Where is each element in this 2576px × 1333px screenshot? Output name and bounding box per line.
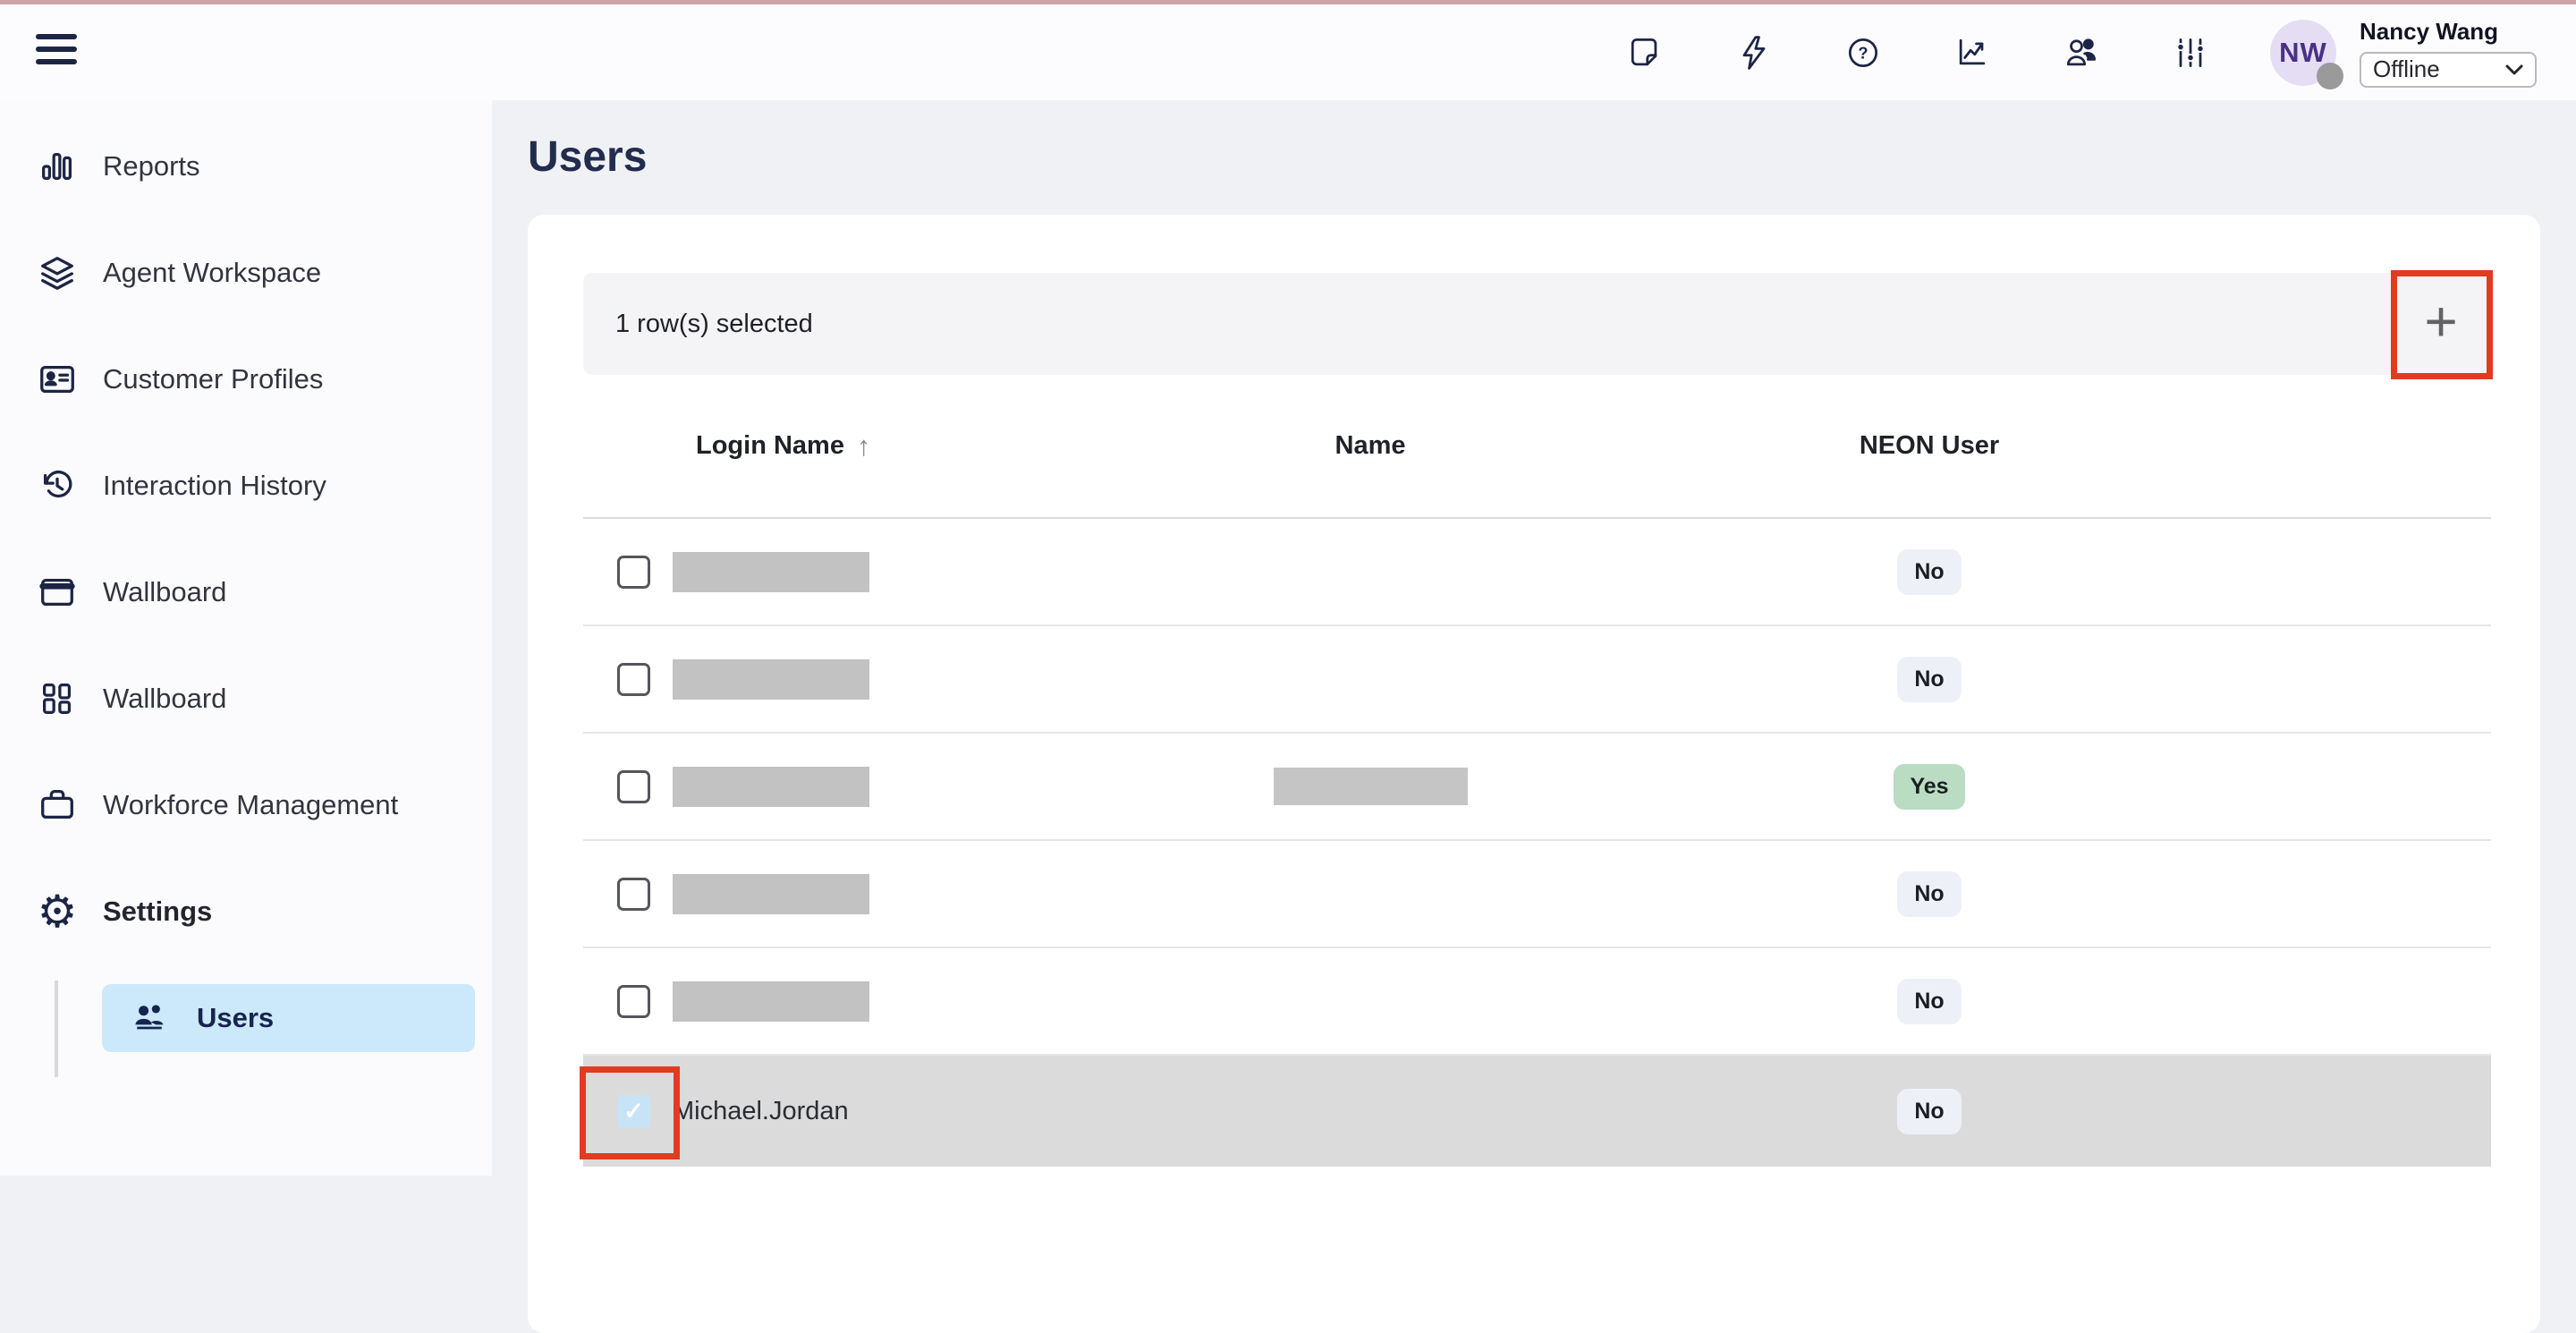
notes-icon[interactable] xyxy=(1624,32,1665,73)
selection-count-text: 1 row(s) selected xyxy=(615,310,813,339)
status-value: Offline xyxy=(2373,55,2440,83)
login-name-text: Michael.Jordan xyxy=(673,1097,849,1126)
help-icon[interactable]: ? xyxy=(1843,32,1884,73)
table-row-selected[interactable]: ✓ Michael.Jordan No xyxy=(583,1056,2491,1167)
sidebar-item-label: Settings xyxy=(103,896,212,928)
contacts-icon[interactable] xyxy=(2061,32,2102,73)
sidebar: Reports Agent Workspace Customer Profile… xyxy=(0,100,492,1176)
selection-toolbar: 1 row(s) selected + xyxy=(583,273,2491,375)
redacted-login-name xyxy=(673,659,869,700)
status-dot xyxy=(2317,63,2343,89)
header-label: NEON User xyxy=(1860,431,1999,461)
row-checkbox[interactable] xyxy=(617,556,650,589)
sidebar-item-interaction-history[interactable]: Interaction History xyxy=(0,432,492,539)
status-dropdown[interactable]: Offline xyxy=(2360,52,2537,88)
redacted-name xyxy=(1274,768,1468,805)
users-card: 1 row(s) selected + Login Name ↑ Name NE… xyxy=(528,215,2540,1333)
sidebar-item-label: Workforce Management xyxy=(103,789,398,821)
preferences-icon[interactable] xyxy=(2170,32,2211,73)
sidebar-item-workforce-management[interactable]: Workforce Management xyxy=(0,751,492,858)
row-checkbox-checked[interactable]: ✓ xyxy=(617,1095,650,1128)
neon-user-badge: No xyxy=(1897,979,1962,1024)
page-title: Users xyxy=(528,132,647,182)
table-header-row: Login Name ↑ Name NEON User xyxy=(583,375,2491,519)
id-card-icon xyxy=(36,358,79,401)
redacted-login-name xyxy=(673,767,869,807)
neon-user-badge: No xyxy=(1897,657,1962,702)
redacted-login-name xyxy=(673,981,869,1022)
tree-indent-line xyxy=(55,981,58,1077)
row-checkbox[interactable] xyxy=(617,770,650,803)
hamburger-bar xyxy=(36,59,77,64)
bar-chart-icon xyxy=(36,145,79,188)
table-row[interactable]: No xyxy=(583,626,2491,734)
add-user-button[interactable]: + xyxy=(2391,273,2491,375)
row-checkbox[interactable] xyxy=(617,985,650,1018)
gear-icon: ⚙ xyxy=(36,890,79,933)
column-header-neon-user[interactable]: NEON User xyxy=(1621,431,2238,461)
neon-user-badge: Yes xyxy=(1894,764,1964,810)
header-label: Name xyxy=(1335,431,1406,461)
briefcase-icon xyxy=(36,784,79,827)
row-checkbox[interactable] xyxy=(617,878,650,911)
window-icon xyxy=(36,571,79,614)
sidebar-item-wallboard-2[interactable]: Wallboard xyxy=(0,645,492,751)
plus-icon: + xyxy=(2424,293,2457,350)
sidebar-item-label: Wallboard xyxy=(103,683,226,715)
sidebar-item-label: Customer Profiles xyxy=(103,363,323,395)
table-row[interactable]: No xyxy=(583,519,2491,626)
header-label: Login Name xyxy=(696,431,844,461)
sidebar-item-agent-workspace[interactable]: Agent Workspace xyxy=(0,219,492,326)
sidebar-item-users[interactable]: Users xyxy=(102,984,475,1052)
neon-user-badge: No xyxy=(1897,549,1962,595)
history-icon xyxy=(36,464,79,507)
top-bar: ? NW Nancy Wang Offline xyxy=(0,4,2576,100)
user-name: Nancy Wang xyxy=(2360,18,2498,46)
sidebar-item-label: Interaction History xyxy=(103,470,326,502)
hamburger-bar xyxy=(36,34,77,39)
sidebar-item-settings[interactable]: ⚙ Settings xyxy=(0,858,492,964)
row-checkbox[interactable] xyxy=(617,663,650,696)
table-row[interactable]: Yes xyxy=(583,734,2491,841)
neon-user-badge: No xyxy=(1897,871,1962,917)
sidebar-item-reports[interactable]: Reports xyxy=(0,113,492,219)
column-header-login-name[interactable]: Login Name ↑ xyxy=(673,430,1120,463)
user-avatar[interactable]: NW xyxy=(2270,20,2336,86)
sidebar-item-label: Agent Workspace xyxy=(103,257,321,289)
svg-text:?: ? xyxy=(1858,43,1868,62)
sidebar-item-customer-profiles[interactable]: Customer Profiles xyxy=(0,326,492,432)
sidebar-item-label: Reports xyxy=(103,150,200,183)
sidebar-item-wallboard-1[interactable]: Wallboard xyxy=(0,539,492,645)
redacted-login-name xyxy=(673,874,869,914)
main-content: Users 1 row(s) selected + Login Name ↑ N… xyxy=(492,100,2576,1176)
redacted-login-name xyxy=(673,552,869,592)
sidebar-item-label: Users xyxy=(197,1002,274,1034)
table-row[interactable]: No xyxy=(583,841,2491,948)
dashboard-grid-icon xyxy=(36,677,79,720)
hamburger-bar xyxy=(36,47,77,52)
hamburger-menu-icon[interactable] xyxy=(36,34,77,64)
layers-icon xyxy=(36,251,79,294)
column-header-name[interactable]: Name xyxy=(1120,431,1621,461)
chevron-down-icon xyxy=(2504,64,2524,76)
sidebar-item-label: Wallboard xyxy=(103,576,226,608)
users-table: Login Name ↑ Name NEON User No xyxy=(583,375,2491,1167)
users-group-icon xyxy=(129,998,170,1039)
sort-asc-icon[interactable]: ↑ xyxy=(857,430,871,463)
table-row[interactable]: No xyxy=(583,948,2491,1056)
quick-actions-icon[interactable] xyxy=(1733,32,1775,73)
analytics-icon[interactable] xyxy=(1952,32,1993,73)
neon-user-badge: No xyxy=(1897,1089,1962,1134)
